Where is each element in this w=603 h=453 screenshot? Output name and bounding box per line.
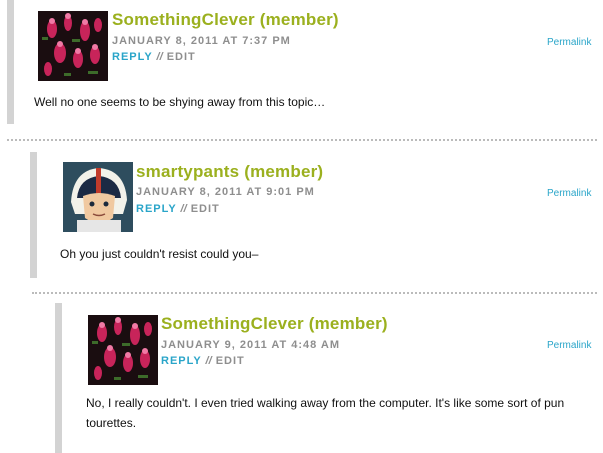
comment-date: JANUARY 8, 2011 AT 7:37 PM (112, 35, 291, 47)
reply-link[interactable]: REPLY (112, 51, 152, 63)
thread-indent-bar (7, 0, 14, 124)
permalink-link[interactable]: Permalink (547, 37, 591, 48)
permalink-link[interactable]: Permalink (547, 340, 591, 351)
action-separator: // (156, 51, 163, 63)
comment-1: SomethingClever (member) JANUARY 8, 2011… (0, 0, 603, 130)
thread-indent-bar (30, 152, 37, 278)
flamingo-avatar-icon[interactable] (38, 11, 108, 81)
comment-date: JANUARY 8, 2011 AT 9:01 PM (136, 186, 315, 198)
comment-actions: REPLY // EDIT (112, 51, 196, 63)
action-separator: // (205, 355, 212, 367)
reply-link[interactable]: REPLY (161, 355, 201, 367)
comment-actions: REPLY // EDIT (136, 203, 220, 215)
edit-link[interactable]: EDIT (167, 51, 196, 63)
comment-text: Oh you just couldn't resist could you– (60, 247, 259, 261)
comment-date: JANUARY 9, 2011 AT 4:48 AM (161, 339, 341, 351)
permalink-link[interactable]: Permalink (547, 188, 591, 199)
comment-author[interactable]: smartypants (member) (136, 162, 323, 182)
comment-divider (32, 292, 597, 294)
action-separator: // (180, 203, 187, 215)
edit-link[interactable]: EDIT (216, 355, 245, 367)
comment-2: smartypants (member) JANUARY 8, 2011 AT … (0, 152, 603, 282)
comment-actions: REPLY // EDIT (161, 355, 245, 367)
comment-divider (7, 139, 597, 141)
comment-author[interactable]: SomethingClever (member) (161, 314, 388, 334)
comment-author[interactable]: SomethingClever (member) (112, 10, 339, 30)
reply-link[interactable]: REPLY (136, 203, 176, 215)
thread-indent-bar (55, 303, 62, 453)
comment-text: Well no one seems to be shying away from… (34, 95, 326, 109)
cartoon-racer-avatar-icon[interactable] (63, 162, 133, 232)
flamingo-avatar-icon[interactable] (88, 315, 158, 385)
comment-text: No, I really couldn't. I even tried walk… (86, 396, 565, 430)
comment-3: SomethingClever (member) JANUARY 9, 2011… (0, 303, 603, 453)
edit-link[interactable]: EDIT (191, 203, 220, 215)
